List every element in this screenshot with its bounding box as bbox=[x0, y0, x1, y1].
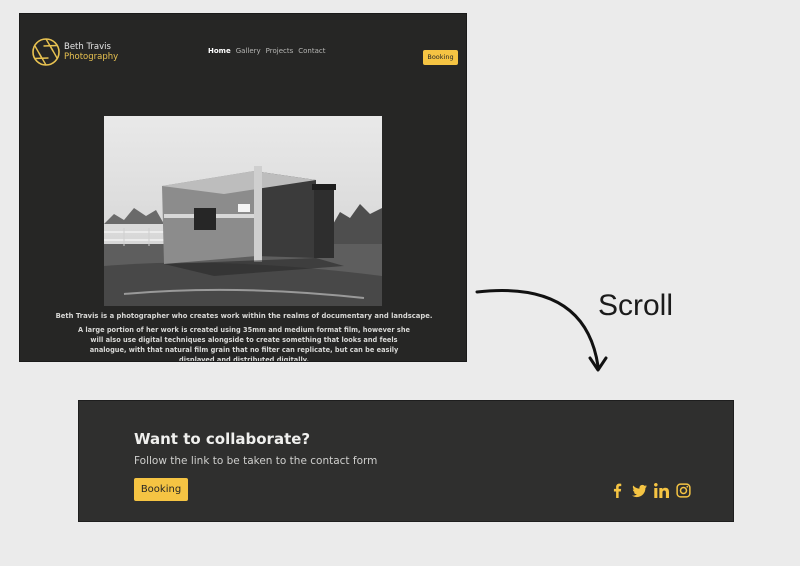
logo-subtitle: Photography bbox=[64, 52, 119, 62]
building-photo bbox=[104, 116, 382, 306]
collab-description: Follow the link to be taken to the conta… bbox=[134, 455, 378, 467]
homepage-screenshot: Beth Travis Photography Home Gallery Pro… bbox=[19, 13, 467, 362]
site-logo[interactable]: Beth Travis Photography bbox=[31, 37, 118, 67]
main-nav: Home Gallery Projects Contact bbox=[208, 47, 331, 55]
linkedin-icon[interactable] bbox=[654, 483, 669, 498]
nav-projects[interactable]: Projects bbox=[266, 47, 294, 55]
intro-paragraph-2: A large portion of her work is created u… bbox=[77, 326, 411, 362]
footer-booking-button[interactable]: Booking bbox=[134, 478, 188, 501]
hero-photo bbox=[104, 116, 382, 306]
scroll-label: Scroll bbox=[598, 289, 674, 322]
aperture-icon bbox=[32, 38, 60, 66]
logo-text: Beth Travis Photography bbox=[64, 42, 118, 62]
nav-contact[interactable]: Contact bbox=[298, 47, 325, 55]
intro-text: Beth Travis is a photographer who create… bbox=[20, 312, 466, 362]
twitter-icon[interactable] bbox=[632, 483, 647, 498]
nav-home[interactable]: Home bbox=[208, 47, 231, 55]
scroll-arrow-icon bbox=[475, 289, 608, 372]
collab-heading: Want to collaborate? bbox=[134, 430, 311, 448]
logo-name: Beth Travis bbox=[64, 42, 111, 52]
intro-paragraph-1: Beth Travis is a photographer who create… bbox=[55, 312, 433, 320]
facebook-icon[interactable] bbox=[610, 483, 625, 498]
nav-gallery[interactable]: Gallery bbox=[236, 47, 261, 55]
header-booking-button[interactable]: Booking bbox=[423, 50, 458, 65]
footer-screenshot: Want to collaborate? Follow the link to … bbox=[78, 400, 734, 522]
instagram-icon[interactable] bbox=[676, 483, 691, 498]
social-links bbox=[610, 483, 698, 498]
